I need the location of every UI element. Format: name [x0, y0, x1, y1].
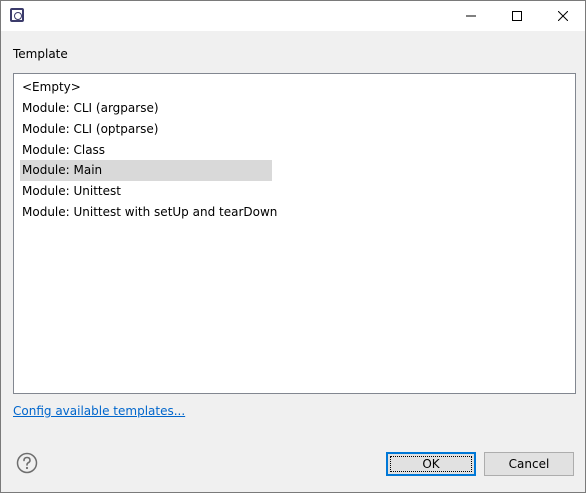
list-item[interactable]: <Empty>: [20, 77, 85, 98]
list-item[interactable]: Module: Unittest with setUp and tearDown: [20, 202, 281, 223]
template-list[interactable]: <Empty> Module: CLI (argparse) Module: C…: [13, 73, 576, 394]
list-item[interactable]: Module: Unittest: [20, 181, 125, 202]
dialog-window: Template <Empty> Module: CLI (argparse) …: [0, 0, 586, 493]
close-icon: [558, 11, 568, 21]
cancel-button[interactable]: Cancel: [484, 452, 574, 476]
list-item[interactable]: Module: CLI (optparse): [20, 119, 162, 140]
minimize-button[interactable]: [448, 1, 494, 31]
config-templates-link[interactable]: Config available templates...: [13, 404, 185, 418]
list-item[interactable]: Module: Class: [20, 140, 109, 161]
app-icon: [10, 8, 24, 22]
help-icon: [16, 452, 38, 474]
maximize-icon: [512, 11, 522, 21]
close-button[interactable]: [540, 1, 586, 31]
help-button[interactable]: [16, 452, 38, 474]
focus-ring: [390, 456, 472, 472]
list-item-selected[interactable]: Module: Main: [20, 160, 272, 181]
template-label: Template: [13, 47, 68, 61]
list-item[interactable]: Module: CLI (argparse): [20, 98, 163, 119]
ok-button[interactable]: OK: [386, 452, 476, 476]
cancel-label: Cancel: [508, 457, 550, 471]
maximize-button[interactable]: [494, 1, 540, 31]
title-bar[interactable]: [1, 1, 585, 31]
minimize-icon: [466, 15, 476, 17]
